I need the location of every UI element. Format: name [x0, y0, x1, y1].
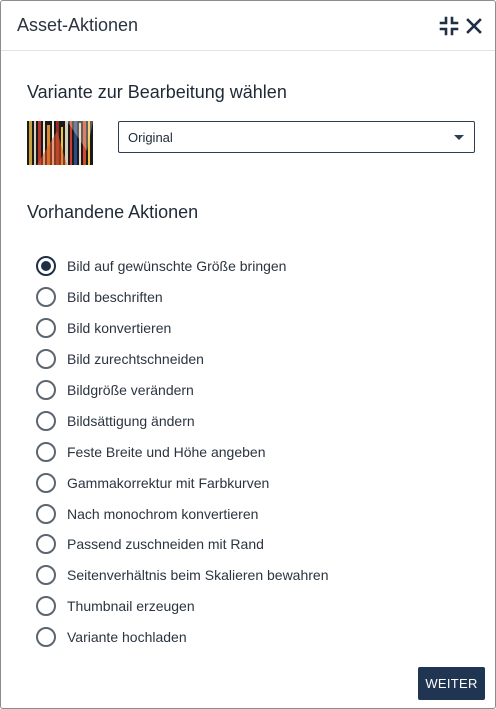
dialog-header: Asset-Aktionen: [1, 1, 495, 51]
radio-icon[interactable]: [36, 472, 56, 493]
action-option[interactable]: Feste Breite und Höhe angeben: [36, 436, 476, 467]
radio-icon[interactable]: [36, 441, 56, 462]
actions-section-title: Vorhandene Aktionen: [27, 202, 199, 222]
variant-section-title: Variante zur Bearbeitung wählen: [27, 82, 287, 102]
variant-select-value: Original: [128, 130, 173, 145]
radio-icon[interactable]: [36, 349, 56, 370]
radio-icon[interactable]: [36, 627, 56, 648]
action-option[interactable]: Passend zuschneiden mit Rand: [36, 529, 476, 560]
action-option-label: Bildgröße verändern: [67, 382, 194, 398]
radio-icon[interactable]: [36, 565, 56, 586]
chevron-down-icon: [454, 135, 464, 140]
action-option-label: Seitenverhältnis beim Skalieren bewahren: [67, 567, 329, 584]
action-option[interactable]: Thumbnail erzeugen: [36, 591, 476, 622]
action-option-label: Nach monochrom konvertieren: [67, 505, 259, 522]
radio-icon[interactable]: [36, 410, 56, 431]
action-option-label: Bild auf gewünschte Größe bringen: [67, 258, 287, 275]
action-option[interactable]: Bildgröße verändern: [36, 375, 476, 406]
radio-icon[interactable]: [36, 380, 56, 400]
action-option[interactable]: Gammakorrektur mit Farbkurven: [36, 467, 476, 498]
action-option[interactable]: Variante hochladen: [36, 622, 476, 653]
action-option[interactable]: Bildsättigung ändern: [36, 405, 476, 436]
radio-icon[interactable]: [36, 318, 56, 339]
close-icon[interactable]: [463, 15, 485, 37]
action-option[interactable]: Nach monochrom konvertieren: [36, 498, 476, 529]
radio-icon[interactable]: [36, 287, 56, 308]
collapse-icon[interactable]: [438, 15, 460, 37]
variant-select[interactable]: Original: [118, 121, 475, 153]
radio-icon[interactable]: [36, 503, 56, 524]
action-option-label: Bild zurechtschneiden: [67, 351, 204, 368]
action-option-label: Passend zuschneiden mit Rand: [67, 536, 264, 553]
action-option-label: Feste Breite und Höhe angeben: [67, 443, 266, 460]
action-option-label: Thumbnail erzeugen: [67, 598, 195, 615]
asset-thumbnail: [27, 121, 93, 165]
action-option-label: Gammakorrektur mit Farbkurven: [67, 474, 270, 491]
action-option[interactable]: Bild auf gewünschte Größe bringen: [36, 251, 476, 282]
action-option-label: Bild konvertieren: [67, 320, 172, 337]
dialog-title: Asset-Aktionen: [17, 15, 139, 35]
action-radio-group: Bild auf gewünschte Größe bringen Bild b…: [36, 251, 476, 653]
action-option[interactable]: Seitenverhältnis beim Skalieren bewahren: [36, 560, 476, 591]
action-option[interactable]: Bild zurechtschneiden: [36, 344, 476, 375]
action-option-label: Variante hochladen: [67, 629, 187, 646]
action-option-label: Bild beschriften: [67, 289, 163, 306]
weiter-button[interactable]: WEITER: [418, 667, 485, 700]
radio-icon[interactable]: [36, 596, 56, 617]
action-option-label: Bildsättigung ändern: [67, 412, 195, 429]
asset-actions-dialog: Asset-Aktionen Variante zur Bearbeitung …: [0, 0, 496, 709]
action-option[interactable]: Bild beschriften: [36, 282, 476, 313]
radio-selected-icon[interactable]: [36, 256, 56, 277]
action-option[interactable]: Bild konvertieren: [36, 313, 476, 344]
radio-icon[interactable]: [36, 534, 56, 555]
